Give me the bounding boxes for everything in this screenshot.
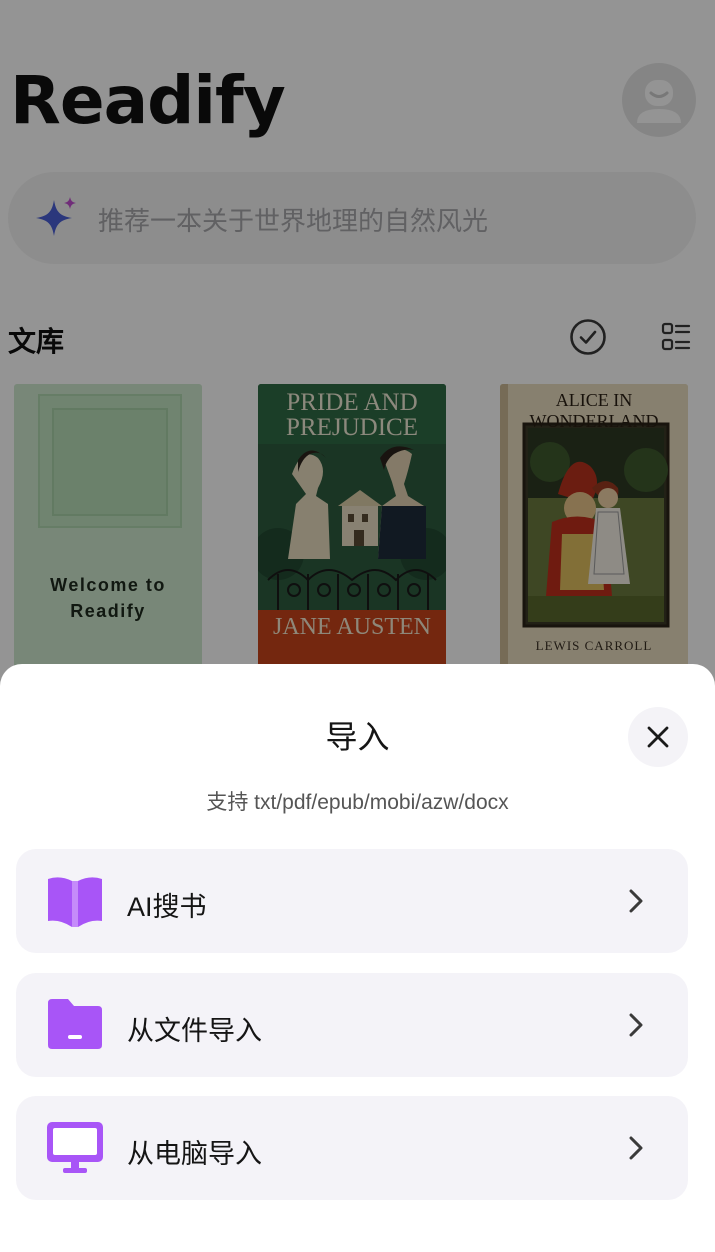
option-label: AI搜书 bbox=[127, 892, 207, 922]
close-icon bbox=[647, 726, 669, 748]
sheet-title: 导入 bbox=[325, 719, 390, 755]
chevron-right-icon bbox=[629, 1013, 643, 1037]
chevron-right-icon bbox=[629, 889, 643, 913]
folder-icon bbox=[48, 999, 102, 1049]
supported-formats-text: 支持 txt/pdf/epub/mobi/azw/docx bbox=[206, 791, 509, 814]
option-import-from-file[interactable]: 从文件导入 bbox=[16, 973, 688, 1077]
close-button[interactable] bbox=[628, 707, 688, 767]
option-label: 从文件导入 bbox=[127, 1016, 262, 1046]
option-import-from-computer[interactable]: 从电脑导入 bbox=[16, 1096, 688, 1200]
book-icon bbox=[48, 877, 102, 927]
chevron-right-icon bbox=[629, 1136, 643, 1160]
import-bottom-sheet: 导入 支持 txt/pdf/epub/mobi/azw/docx AI搜书 从文… bbox=[0, 664, 715, 1252]
option-ai-book-search[interactable]: AI搜书 bbox=[16, 849, 688, 953]
option-label: 从电脑导入 bbox=[127, 1139, 262, 1169]
monitor-icon bbox=[47, 1122, 103, 1173]
